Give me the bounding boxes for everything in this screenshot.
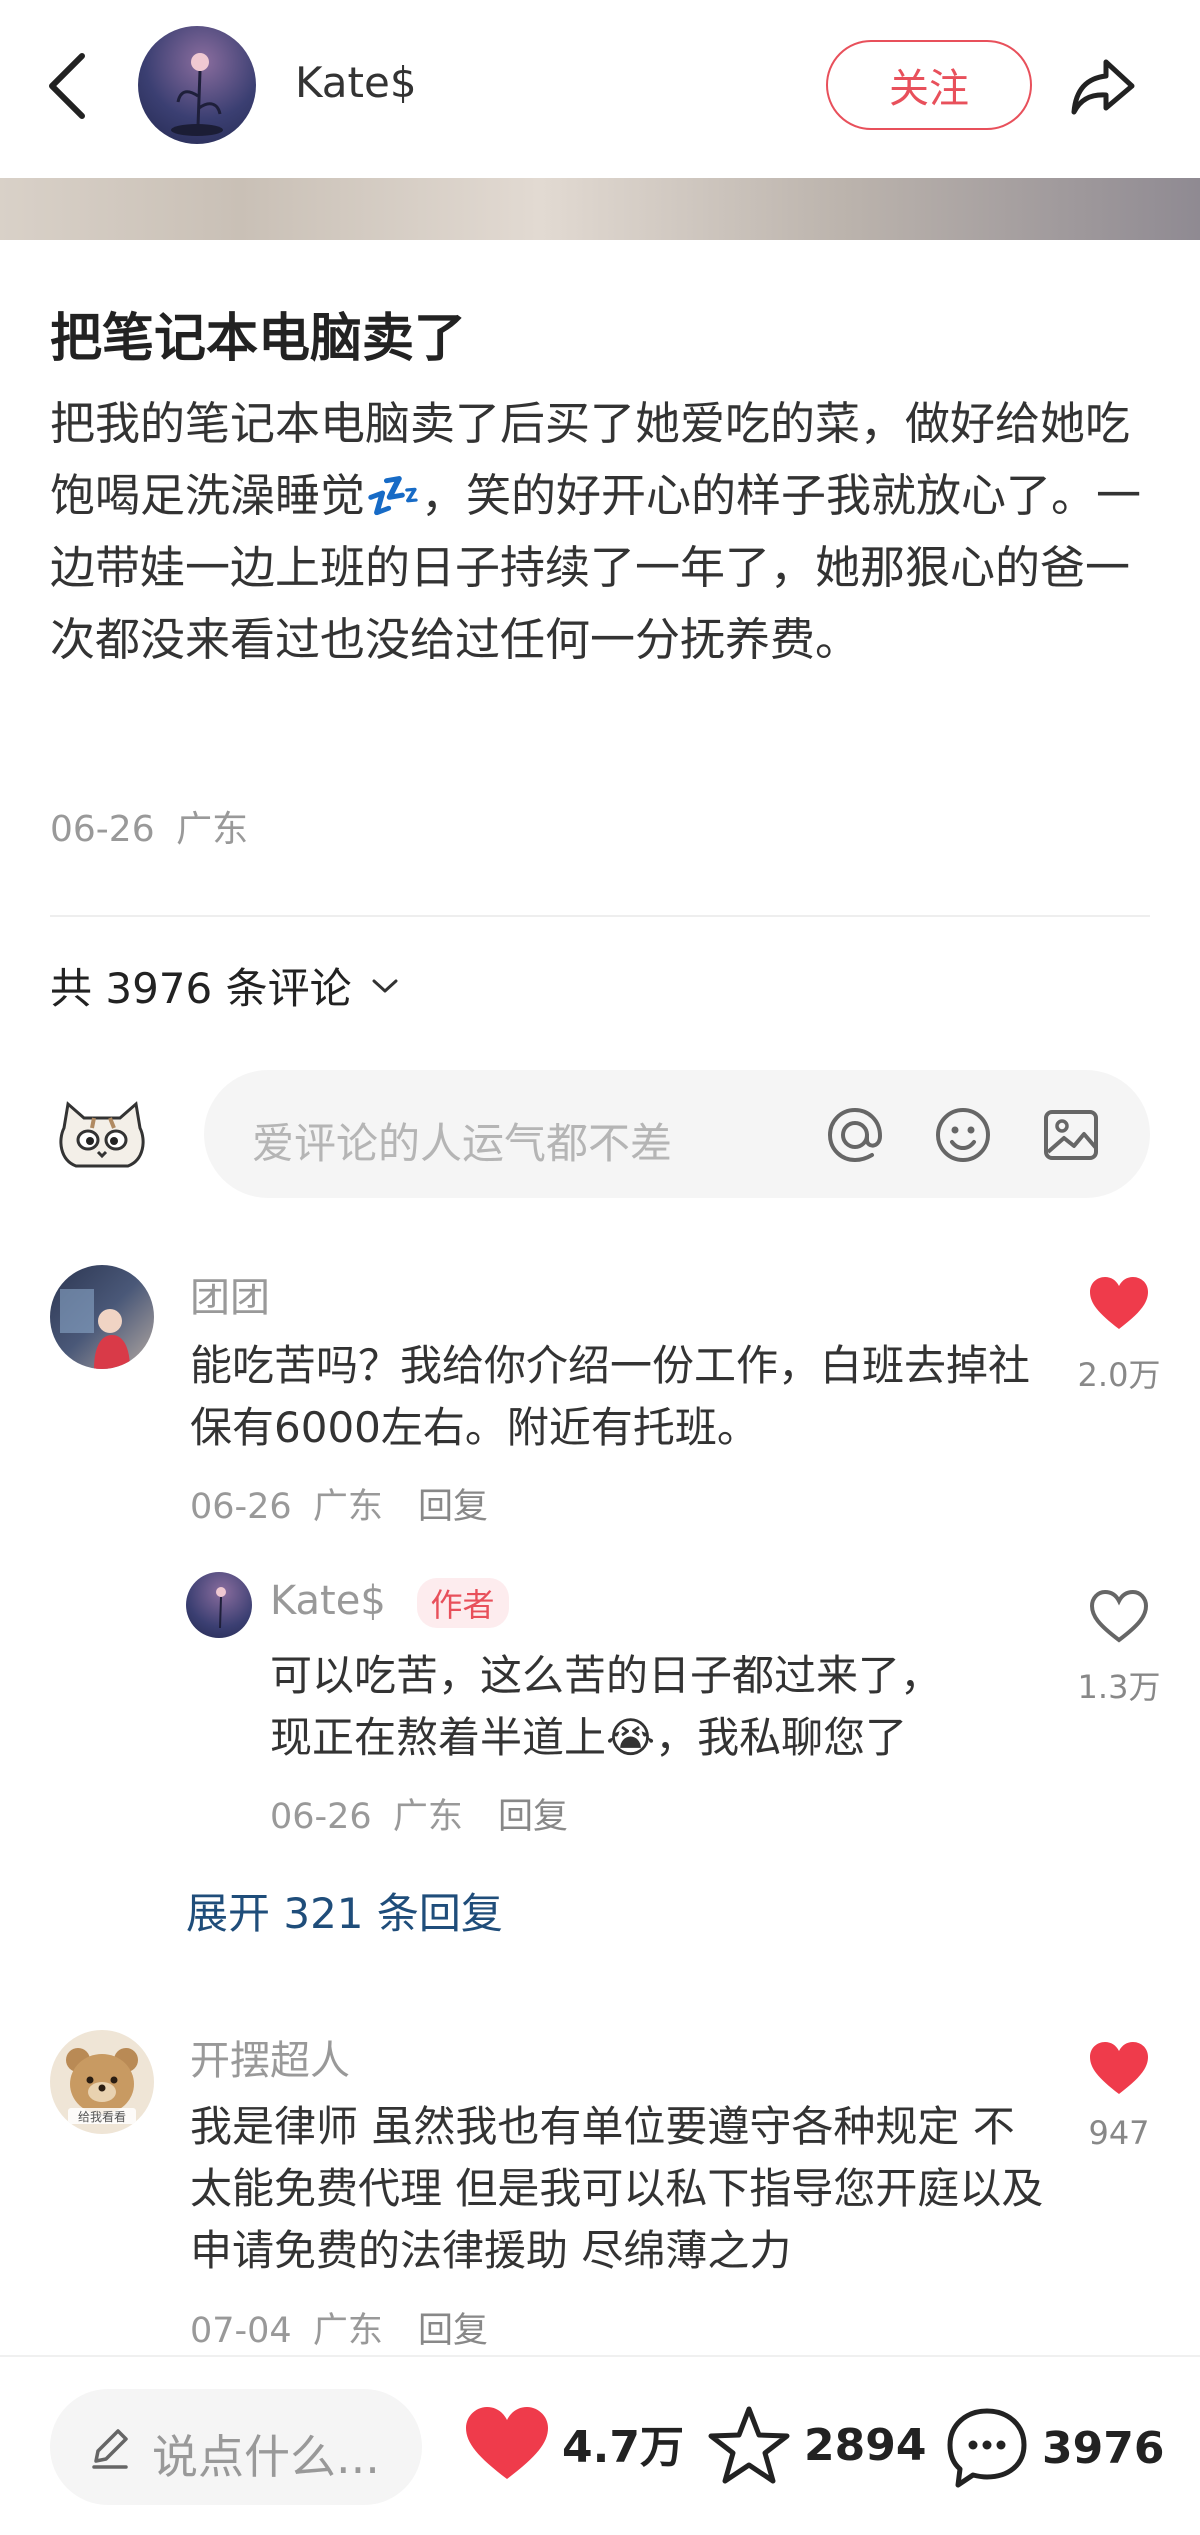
reply-button[interactable]: 回复: [418, 1487, 488, 1527]
bottom-action-bar: 说点什么... 4.7万 2894 3976: [0, 2355, 1200, 2535]
avatar-caption: 给我看看: [77, 2110, 126, 2124]
commenter-name[interactable]: 团团: [190, 1265, 270, 1323]
say-something-input[interactable]: 说点什么...: [50, 2389, 422, 2505]
comment-input-placeholder: 爱评论的人运气都不差: [252, 1119, 673, 1168]
heart-filled-icon[interactable]: [1088, 1275, 1150, 1331]
commenter-name[interactable]: 开摆超人: [190, 2028, 350, 2086]
comment-location: 广东: [312, 1487, 383, 1527]
post-comment-button[interactable]: 3976: [944, 2405, 1164, 2491]
reply-avatar[interactable]: [186, 1572, 252, 1638]
reply-text-line-1: 可以吃苦，这么苦的日子都过来了，: [270, 1651, 943, 1700]
image-icon[interactable]: [1036, 1100, 1106, 1170]
reply-author-line: Kate$ 作者: [270, 1578, 509, 1628]
reply-meta: 06-26 广东 回复: [270, 1788, 568, 1839]
divider: [50, 915, 1150, 917]
post-like-button[interactable]: 4.7万: [464, 2405, 684, 2481]
reply-text-line-2: 现正在熬着半道上😭，我私聊您了: [270, 1713, 908, 1762]
top-bar: Kate$ 关注: [0, 0, 1200, 178]
post-title: 把笔记本电脑卖了: [50, 309, 467, 369]
reply-button[interactable]: 回复: [418, 2311, 488, 2351]
post-date: 06-26: [50, 809, 155, 850]
star-icon: [708, 2406, 790, 2484]
share-icon[interactable]: [1066, 48, 1142, 124]
post-comment-count: 3976: [1042, 2422, 1165, 2474]
comment-text: 能吃苦吗？我给你介绍一份工作，白班去掉社保有6000左右。附近有托班。: [190, 1341, 1031, 1452]
post-collect-button[interactable]: 2894: [706, 2405, 926, 2485]
post-body: 把我的笔记本电脑卖了后买了她爱吃的菜，做好给她吃饱喝足洗澡睡觉💤，笑的好开心的样…: [50, 397, 1142, 666]
heart-filled-icon[interactable]: [1088, 2040, 1150, 2096]
reply-like-count: 1.3万: [1077, 1668, 1161, 1706]
comment-like-count: 2.0万: [1077, 1356, 1161, 1394]
post-location: 广东: [176, 809, 249, 850]
comment-bubble-icon: [947, 2408, 1027, 2488]
comment-meta: 07-04 广东 回复: [190, 2302, 488, 2353]
comment-input[interactable]: 爱评论的人运气都不差: [204, 1070, 1150, 1198]
reply-location: 广东: [392, 1797, 463, 1837]
expand-replies-button[interactable]: 展开 321 条回复: [186, 1880, 503, 1941]
comment-location: 广东: [312, 2311, 383, 2351]
author-avatar[interactable]: [138, 26, 256, 144]
author-badge: 作者: [416, 1578, 509, 1628]
heart-outline-icon[interactable]: [1088, 1588, 1150, 1644]
comment-count-label: 共 3976 条评论: [50, 964, 352, 1013]
comment-date: 07-04: [190, 2311, 292, 2351]
emoji-icon[interactable]: [928, 1100, 998, 1170]
chevron-down-icon: [372, 979, 398, 992]
heart-filled-icon: [466, 2407, 548, 2479]
pencil-icon: [92, 2429, 128, 2469]
comment-count-sort[interactable]: 共 3976 条评论: [50, 955, 400, 1016]
reply-reply-button[interactable]: 回复: [498, 1797, 568, 1837]
post-like-count: 4.7万: [562, 2422, 684, 2473]
back-arrow-icon[interactable]: [40, 48, 96, 124]
author-name[interactable]: Kate$: [295, 58, 417, 107]
reply-username[interactable]: Kate$: [270, 1578, 386, 1624]
at-mention-icon[interactable]: [820, 1100, 890, 1170]
post-image-strip[interactable]: [0, 178, 1200, 240]
reply-text: 可以吃苦，这么苦的日子都过来了， 现正在熬着半道上😭，我私聊您了: [270, 1645, 1050, 1769]
follow-button[interactable]: 关注: [826, 40, 1032, 130]
reply-date: 06-26: [270, 1797, 372, 1837]
comment-meta: 06-26 广东 回复: [190, 1478, 488, 1529]
post-collect-count: 2894: [804, 2419, 927, 2471]
comment-text: 我是律师 虽然我也有单位要遵守各种规定 不太能免费代理 但是我可以私下指导您开庭…: [190, 2102, 1044, 2275]
post-meta: 06-26 广东: [50, 800, 248, 852]
commenter-avatar[interactable]: [50, 1265, 154, 1369]
comment-date: 06-26: [190, 1487, 292, 1527]
my-avatar-cat-icon: [59, 1101, 145, 1168]
expand-replies-label: 展开 321 条回复: [186, 1889, 503, 1938]
comment-like-count: 947: [1088, 2114, 1150, 2152]
say-something-placeholder: 说点什么...: [152, 2430, 380, 2484]
commenter-avatar-bear[interactable]: 给我看看: [50, 2030, 154, 2134]
